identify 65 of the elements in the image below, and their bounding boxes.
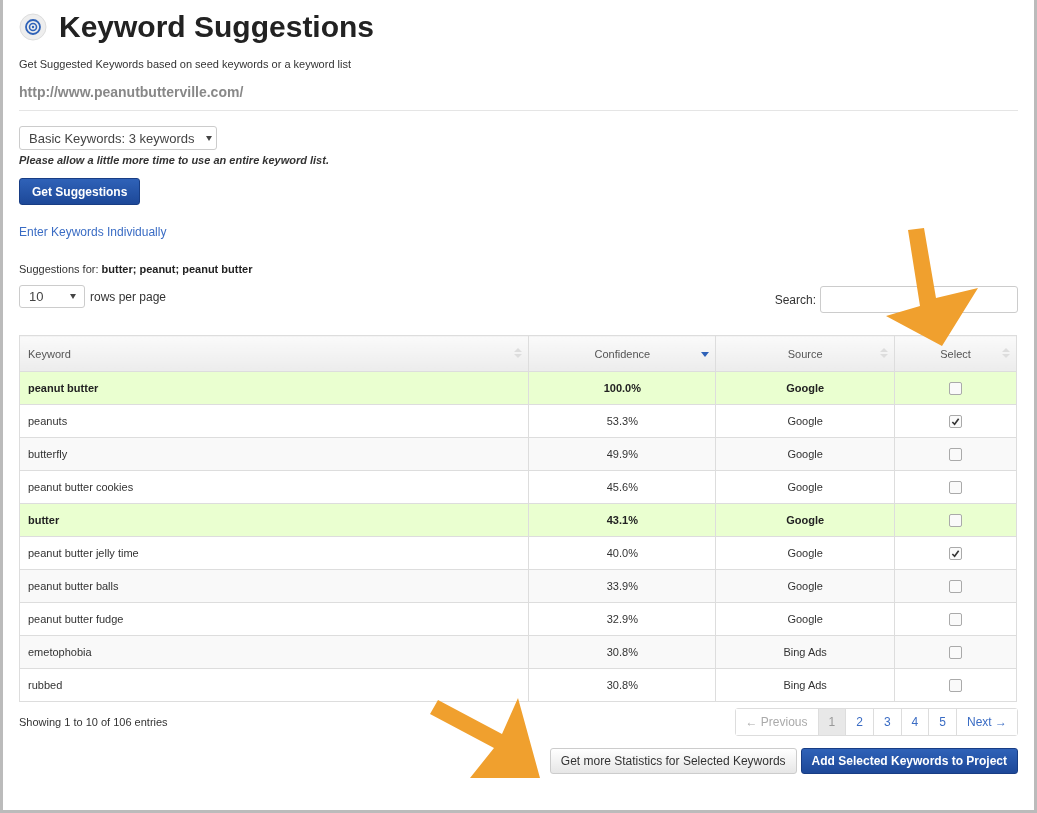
- source-cell: Google: [715, 371, 895, 405]
- source-cell: Google: [715, 602, 895, 636]
- select-checkbox[interactable]: [949, 480, 963, 494]
- select-checkbox[interactable]: [949, 612, 963, 626]
- caret-icon: [70, 294, 76, 299]
- select-checkbox[interactable]: [949, 513, 963, 527]
- select-checkbox[interactable]: [949, 579, 963, 593]
- select-checkbox[interactable]: [949, 447, 963, 461]
- select-checkbox[interactable]: [949, 381, 963, 395]
- get-statistics-button[interactable]: Get more Statistics for Selected Keywords: [549, 748, 797, 774]
- column-header[interactable]: Confidence: [528, 335, 716, 372]
- confidence-cell: 45.6%: [528, 470, 716, 504]
- source-cell: Bing Ads: [715, 635, 895, 669]
- confidence-cell: 53.3%: [528, 404, 716, 438]
- note-text: Please allow a little more time to use an entire keyword list.: [19, 154, 330, 166]
- enter-keywords-link[interactable]: Enter Keywords Individually: [19, 225, 167, 239]
- confidence-cell: 100.0%: [528, 371, 716, 405]
- source-cell: Bing Ads: [715, 668, 895, 702]
- keyword-cell: peanut butter fudge: [19, 602, 529, 636]
- column-header[interactable]: Source: [715, 335, 895, 372]
- column-header[interactable]: Select: [894, 335, 1017, 372]
- source-cell: Google: [715, 404, 895, 438]
- confidence-cell: 40.0%: [528, 536, 716, 570]
- source-cell: Google: [715, 470, 895, 504]
- page-title: Keyword Suggestions: [59, 10, 375, 44]
- select-checkbox[interactable]: [949, 546, 963, 560]
- keyword-cell: peanut butter: [19, 371, 529, 405]
- rows-per-page-dropdown[interactable]: 10: [19, 285, 85, 308]
- keyword-cell: emetophobia: [19, 635, 529, 669]
- confidence-cell: 30.8%: [528, 635, 716, 669]
- search-label: Search:: [774, 292, 816, 307]
- keyword-cell: rubbed: [19, 668, 529, 702]
- sort-icon: [1002, 347, 1010, 359]
- sort-icon: [514, 347, 523, 359]
- pagination-button[interactable]: Next →: [956, 709, 1017, 735]
- keyword-cell: peanut butter cookies: [19, 470, 529, 504]
- keyword-list-dropdown[interactable]: Basic Keywords: 3 keywords: [19, 126, 217, 150]
- rows-per-page-label: rows per page: [90, 289, 167, 304]
- confidence-cell: 33.9%: [528, 569, 716, 603]
- confidence-cell: 30.8%: [528, 668, 716, 702]
- get-suggestions-button[interactable]: Get Suggestions: [19, 178, 141, 205]
- keyword-cell: butter: [19, 503, 529, 537]
- source-cell: Google: [715, 503, 895, 537]
- add-to-project-button[interactable]: Add Selected Keywords to Project: [800, 748, 1018, 774]
- keyword-cell: peanut butter balls: [19, 569, 529, 603]
- sort-icon: [880, 347, 889, 359]
- column-header[interactable]: Keyword: [19, 335, 529, 372]
- source-cell: Google: [715, 536, 895, 570]
- keyword-cell: butterfly: [19, 437, 529, 471]
- select-checkbox[interactable]: [949, 645, 963, 659]
- source-cell: Google: [715, 437, 895, 471]
- keyword-cell: peanut butter jelly time: [19, 536, 529, 570]
- select-checkbox[interactable]: [949, 678, 963, 692]
- source-cell: Google: [715, 569, 895, 603]
- confidence-cell: 49.9%: [528, 437, 716, 471]
- entries-info: Showing 1 to 10 of 106 entries: [19, 716, 168, 728]
- subtitle: Get Suggested Keywords based on seed keywords or a keyword list: [19, 58, 352, 70]
- keyword-cell: peanuts: [19, 404, 529, 438]
- caret-icon: [206, 135, 213, 141]
- site-url: http://www.peanutbutterville.com/: [19, 84, 1018, 111]
- suggestions-for-text: Suggestions for: butter; peanut; peanut butter: [19, 263, 254, 275]
- select-checkbox[interactable]: [949, 414, 963, 428]
- target-icon: [19, 13, 47, 41]
- confidence-cell: 43.1%: [528, 503, 716, 537]
- confidence-cell: 32.9%: [528, 602, 716, 636]
